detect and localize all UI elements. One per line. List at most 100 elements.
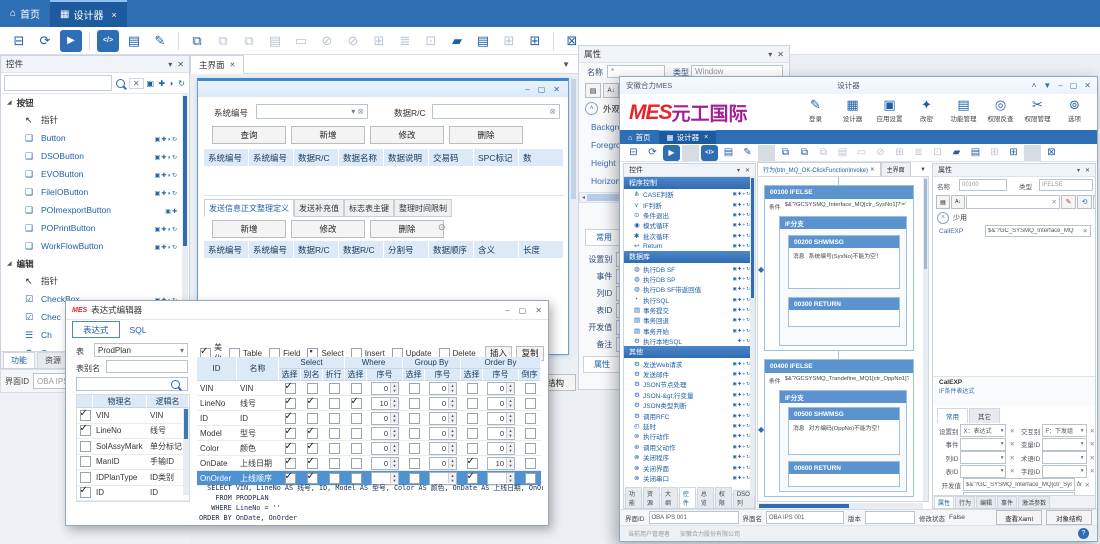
tab-main-screen[interactable]: 主界面 ✕ [190,55,244,74]
chevron-down-icon[interactable]: ▾ [737,167,740,174]
column-header[interactable]: 含义 [474,241,519,259]
document-icon[interactable]: ▤ [720,145,737,161]
separator[interactable] [178,32,179,50]
form-button[interactable]: 修改 [291,220,365,238]
sub-tab[interactable]: 整理时间限制 [394,199,452,217]
dock-tab[interactable]: 功能 [625,487,642,508]
action-if[interactable]: ⋎ IF判断 ▣✚◗↻ [624,199,755,209]
form-button[interactable]: 新增 [212,220,286,238]
table-row[interactable]: Model 型号 0 0 0 [197,426,541,441]
control-workflowbutton[interactable]: ❑ WorkFlowButton ▣✚◗↻ [1,237,184,255]
action-json-var[interactable]: ⚙ JSON-&gt;行变量 ▣✚◗↻ [624,390,755,400]
close-icon[interactable]: × [112,10,117,20]
panel-icon[interactable]: ▭ [853,145,870,161]
separator[interactable] [682,145,699,161]
view-xaml-button[interactable]: 查看Xaml [996,510,1042,525]
props-bottom-tab[interactable]: 属性 [583,356,621,373]
flow-block-shwmsg[interactable]: 00500 SHWMSG 消息 对方编码(OppNo)不能为空！ [788,407,900,455]
list-columns-icon[interactable]: ≣ [394,30,416,52]
dock-tab[interactable]: 总览 [697,487,714,508]
disabled-icon[interactable]: ⊘ [342,30,364,52]
field-list-row[interactable]: LineNo 线号 [77,424,189,440]
screen-name-input[interactable]: OBA IPS 001 [766,511,844,524]
column-header[interactable]: 系统编号 [204,241,249,259]
action-parent[interactable]: ⊛ 调用父动作 ▣✚◗↻ [624,442,755,452]
action-rollback[interactable]: ▤ 事务回退 ▣✚◗↻ [624,315,755,325]
edit-document-icon[interactable]: ✎ [149,30,171,52]
column-group[interactable]: Select [279,357,345,369]
action-close-app[interactable]: ⊗ 关闭程序 ▣✚◗↻ [624,452,755,462]
column-header[interactable]: 交易码 [429,149,474,167]
editor-tab[interactable]: 表达式 [72,321,120,338]
document-icon[interactable]: ▤ [472,30,494,52]
action-commit[interactable]: ▤ 事务提交 ▣✚◗↻ [624,305,755,315]
flow-branch-if[interactable]: IF分支 00500 SHWMSG 消息 对方编码(OppNo)不能为空！ 00… [779,390,907,492]
fx-icon[interactable]: fx [1077,482,1082,488]
field-list-row[interactable]: SolAssyMark 单分标记 [77,439,189,455]
clear-icon[interactable]: ✕ [1052,198,1057,206]
column-header[interactable]: 逻辑名 [147,395,189,408]
permission-lookup-icon[interactable]: ◎ 权限反查 [982,97,1019,123]
editor-tab[interactable]: SQL [120,322,157,337]
control-button[interactable]: ❑ Button ▣✚◗↻ [1,129,184,147]
form-button[interactable]: 删除 [370,220,444,238]
windows-icon[interactable]: ⧉ [212,30,234,52]
add-window-icon[interactable]: ⧉ [777,145,794,161]
event-select[interactable]: ▾ [960,438,1006,451]
screen-id-input[interactable]: OBA IPS 001 [649,511,739,524]
toolbox-section[interactable]: 数据库 [624,251,755,263]
column-header[interactable]: 数据R/C [294,241,339,259]
action-json-node[interactable]: ⚙ JSON节点处理 ▣✚◗↻ [624,379,755,389]
categorize-icon[interactable]: ▤ [936,195,950,209]
add-window-icon[interactable]: ⧉ [186,30,208,52]
field-list-row[interactable]: IDPlanType ID类别 [77,470,189,486]
clear-icon[interactable]: ✕ [1090,440,1095,448]
column-header[interactable]: 系统编号 [249,241,294,259]
column-group[interactable]: Where [345,357,403,369]
close-icon[interactable]: ✕ [553,85,560,94]
column-header[interactable]: 数据R/C [339,241,384,259]
clear-icon[interactable]: ✕ [1085,481,1090,489]
refresh-icon[interactable]: ⟳ [644,145,661,161]
close-icon[interactable]: ✕ [1084,81,1091,90]
form-button[interactable]: 查询 [212,126,286,144]
action-close-port[interactable]: ⊗ 关闭串口 ▣✚◗↻ [624,473,755,483]
column-header[interactable]: 数据顺序 [429,241,474,259]
branch-anchor-icon[interactable]: ◆ [758,265,764,274]
undo-icon[interactable]: ⟲ [1077,195,1092,209]
function-management-icon[interactable]: ▤ 功能管理 [945,97,982,123]
tab-main-screen[interactable]: 主界面 [881,162,911,177]
column-header[interactable]: ID [197,357,237,381]
control-pointer[interactable]: ↖ 指针 [1,111,184,129]
action-sql[interactable]: ◔ 执行SQL ▣✚◗↻ [624,295,755,305]
clear-icon[interactable]: ✕ [1083,227,1088,235]
field-search-input[interactable] [76,377,188,391]
dock-tab[interactable]: 大纲 [661,487,678,508]
refresh-icon[interactable]: ⟳ [34,30,56,52]
name-input[interactable]: 00100 [959,179,1007,191]
action-mail[interactable]: ⚙ 发送邮件 ▣✚◗↻ [624,369,755,379]
grid-blue-icon[interactable]: ⊞ [1005,145,1022,161]
dock-menu-icon[interactable]: ▼ [562,60,570,69]
save-icon[interactable]: ⊟ [8,30,30,52]
separator[interactable] [1024,145,1041,161]
sort-az-icon[interactable]: A↓ [951,195,965,209]
action-db-sp[interactable]: ◍ 执行DB SP ▣✚◗↻ [624,274,755,284]
block-header[interactable]: 00400 IFELSE [765,360,913,373]
dock-tab[interactable]: 资源 [643,487,660,508]
close-icon[interactable]: × [704,134,708,141]
branch-anchor-icon[interactable]: ◆ [758,425,764,434]
table-row[interactable]: VIN VIN 0 0 0 [197,381,541,396]
run-icon[interactable]: ▶ [60,30,82,52]
search-input[interactable] [4,75,112,91]
grid-icon[interactable]: ⊞ [498,30,520,52]
close-icon[interactable]: ✕ [777,50,784,59]
login-icon[interactable]: ✎ 登录 [797,97,834,123]
table-row[interactable]: ID ID 0 0 0 [197,411,541,426]
column-header[interactable]: 数据说明 [384,149,429,167]
window-icon[interactable]: ⊡ [420,30,442,52]
block-header[interactable]: 00100 IFELSE [765,186,913,199]
props-bottom-tab[interactable]: 行为 [955,496,975,508]
action-return[interactable]: ↩ Return ▣✚◗↻ [624,241,755,251]
grid-icon[interactable]: ⊞ [986,145,1003,161]
